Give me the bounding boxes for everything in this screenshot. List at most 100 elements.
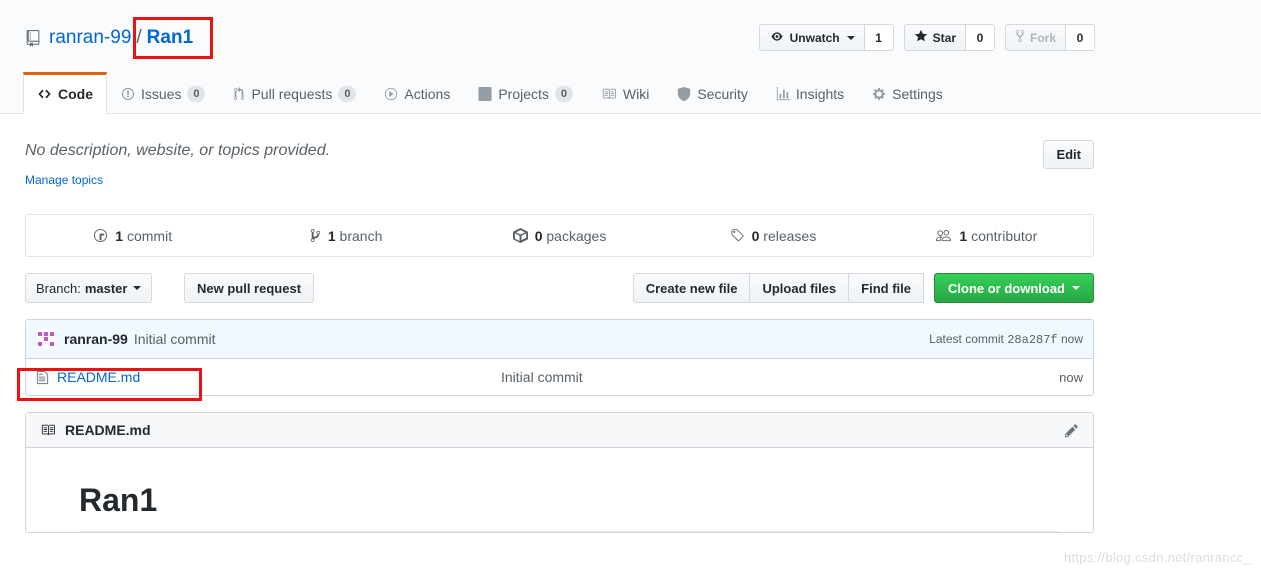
star-count[interactable]: 0 bbox=[964, 24, 995, 51]
fork-button-group: Fork 0 bbox=[1004, 24, 1095, 51]
git-branch-icon bbox=[310, 228, 321, 243]
branch-selector-value: master bbox=[84, 280, 128, 296]
commit-author[interactable]: ranran-99 bbox=[64, 331, 128, 347]
tab-actions-label: Actions bbox=[404, 85, 451, 102]
tab-insights[interactable]: Insights bbox=[762, 72, 858, 113]
tab-pull-requests[interactable]: Pull requests 0 bbox=[219, 72, 370, 113]
edit-button[interactable]: Edit bbox=[1043, 140, 1094, 169]
branches-count: 1 bbox=[327, 227, 336, 244]
tab-projects-count: 0 bbox=[554, 85, 573, 102]
tab-actions[interactable]: Actions bbox=[370, 72, 464, 113]
avatar bbox=[36, 329, 56, 349]
file-listing: ranran-99 Initial commit Latest commit 2… bbox=[25, 319, 1094, 396]
chevron-down-icon bbox=[1072, 286, 1080, 290]
issue-opened-icon bbox=[121, 87, 135, 101]
repo-header: ranran-99 / Ran1 Unwatch 1 Star 0 Fork 0 bbox=[0, 0, 1261, 72]
chevron-down-icon bbox=[846, 35, 855, 40]
breadcrumb-separator: / bbox=[136, 27, 142, 48]
upload-files-button[interactable]: Upload files bbox=[750, 273, 850, 303]
file-link-readme[interactable]: README.md bbox=[57, 369, 140, 385]
packages-count: 0 bbox=[534, 227, 543, 244]
branch-selector-button[interactable]: Branch: master bbox=[25, 273, 153, 303]
star-icon bbox=[914, 29, 928, 46]
tab-settings-label: Settings bbox=[892, 85, 943, 102]
packages-label: packages bbox=[546, 227, 607, 244]
commit-age: now bbox=[1060, 331, 1083, 346]
project-board-icon bbox=[478, 86, 492, 101]
releases-label: releases bbox=[763, 227, 817, 244]
watch-button-group: Unwatch 1 bbox=[758, 24, 894, 51]
repo-header-actions: Unwatch 1 Star 0 Fork 0 bbox=[758, 24, 1095, 51]
tab-security[interactable]: Security bbox=[663, 72, 762, 113]
watermark: https://blog.csdn.net/ranrancc_ bbox=[1063, 550, 1251, 565]
clone-or-download-button[interactable]: Clone or download bbox=[934, 273, 1094, 303]
github-repo-page: ranran-99 / Ran1 Unwatch 1 Star 0 Fork 0… bbox=[0, 0, 1261, 573]
contributors-label: contributor bbox=[971, 227, 1038, 244]
commits-count: 1 bbox=[115, 227, 124, 244]
fork-count[interactable]: 0 bbox=[1065, 24, 1095, 51]
package-icon bbox=[512, 228, 528, 243]
tab-wiki[interactable]: Wiki bbox=[587, 72, 663, 113]
play-icon bbox=[384, 87, 398, 101]
commit-message[interactable]: Initial commit bbox=[134, 331, 216, 347]
clone-or-download-label: Clone or download bbox=[948, 280, 1065, 296]
contributors-summary[interactable]: 1 contributor bbox=[880, 215, 1093, 256]
tab-code[interactable]: Code bbox=[23, 72, 107, 114]
readme-title: README.md bbox=[65, 422, 151, 438]
tab-wiki-label: Wiki bbox=[622, 85, 650, 102]
tab-settings[interactable]: Settings bbox=[858, 72, 957, 113]
unwatch-label: Unwatch bbox=[789, 30, 840, 45]
star-button-group: Star 0 bbox=[903, 24, 995, 51]
watcher-count[interactable]: 1 bbox=[863, 24, 894, 51]
repo-main-content: No description, website, or topics provi… bbox=[25, 114, 1094, 533]
eye-icon bbox=[769, 31, 785, 45]
fork-icon bbox=[1015, 29, 1025, 46]
code-icon bbox=[37, 87, 52, 101]
tag-icon bbox=[730, 228, 745, 243]
packages-summary[interactable]: 0 packages bbox=[453, 215, 666, 256]
readme-panel: README.md Ran1 bbox=[25, 412, 1094, 533]
readme-header: README.md bbox=[26, 413, 1093, 448]
create-new-file-button[interactable]: Create new file bbox=[632, 273, 751, 303]
find-file-button[interactable]: Find file bbox=[849, 273, 924, 303]
graph-icon bbox=[776, 86, 790, 101]
tab-code-label: Code bbox=[58, 86, 93, 102]
fork-button[interactable]: Fork bbox=[1004, 24, 1065, 51]
releases-summary[interactable]: 0 releases bbox=[666, 215, 879, 256]
repo-file-toolbar: Branch: master New pull request Create n… bbox=[25, 273, 1094, 303]
file-icon bbox=[36, 370, 49, 385]
tab-pull-requests-label: Pull requests bbox=[251, 85, 333, 102]
repo-name-link[interactable]: Ran1 bbox=[147, 25, 193, 51]
tab-insights-label: Insights bbox=[795, 85, 845, 102]
repo-description-row: No description, website, or topics provi… bbox=[25, 114, 1094, 187]
fork-label: Fork bbox=[1029, 30, 1056, 45]
chevron-down-icon bbox=[133, 286, 142, 290]
tab-issues-count: 0 bbox=[187, 85, 206, 102]
file-actions-group: Create new file Upload files Find file C… bbox=[632, 273, 1094, 303]
commit-sha[interactable]: 28a287f bbox=[1007, 333, 1057, 347]
pencil-icon[interactable] bbox=[1064, 423, 1079, 438]
tab-projects[interactable]: Projects 0 bbox=[464, 72, 587, 113]
tab-projects-label: Projects bbox=[498, 85, 549, 102]
readme-body: Ran1 bbox=[26, 448, 1093, 532]
tab-issues-label: Issues bbox=[141, 85, 182, 102]
book-icon bbox=[601, 87, 617, 101]
repo-description-text: No description, website, or topics provi… bbox=[25, 142, 331, 159]
new-pull-request-button[interactable]: New pull request bbox=[184, 273, 315, 303]
latest-commit-bar: ranran-99 Initial commit Latest commit 2… bbox=[26, 320, 1093, 359]
manage-topics-link[interactable]: Manage topics bbox=[25, 173, 103, 187]
tab-security-label: Security bbox=[697, 85, 748, 102]
git-pull-request-icon bbox=[233, 86, 245, 101]
latest-commit-info: Latest commit 28a287f now bbox=[929, 332, 1083, 347]
table-row: README.md Initial commit now bbox=[26, 359, 1093, 395]
latest-commit-prefix: Latest commit bbox=[929, 331, 1004, 346]
tab-issues[interactable]: Issues 0 bbox=[107, 72, 219, 113]
file-commit-message[interactable]: Initial commit bbox=[316, 369, 1059, 385]
file-age: now bbox=[1059, 369, 1083, 385]
branches-summary[interactable]: 1 branch bbox=[239, 215, 452, 256]
repo-owner-link[interactable]: ranran-99 bbox=[49, 25, 131, 51]
star-button[interactable]: Star bbox=[903, 24, 965, 51]
commits-summary[interactable]: 1 commit bbox=[26, 215, 239, 256]
breadcrumb: ranran-99 / Ran1 bbox=[25, 25, 193, 51]
unwatch-button[interactable]: Unwatch bbox=[758, 24, 864, 51]
